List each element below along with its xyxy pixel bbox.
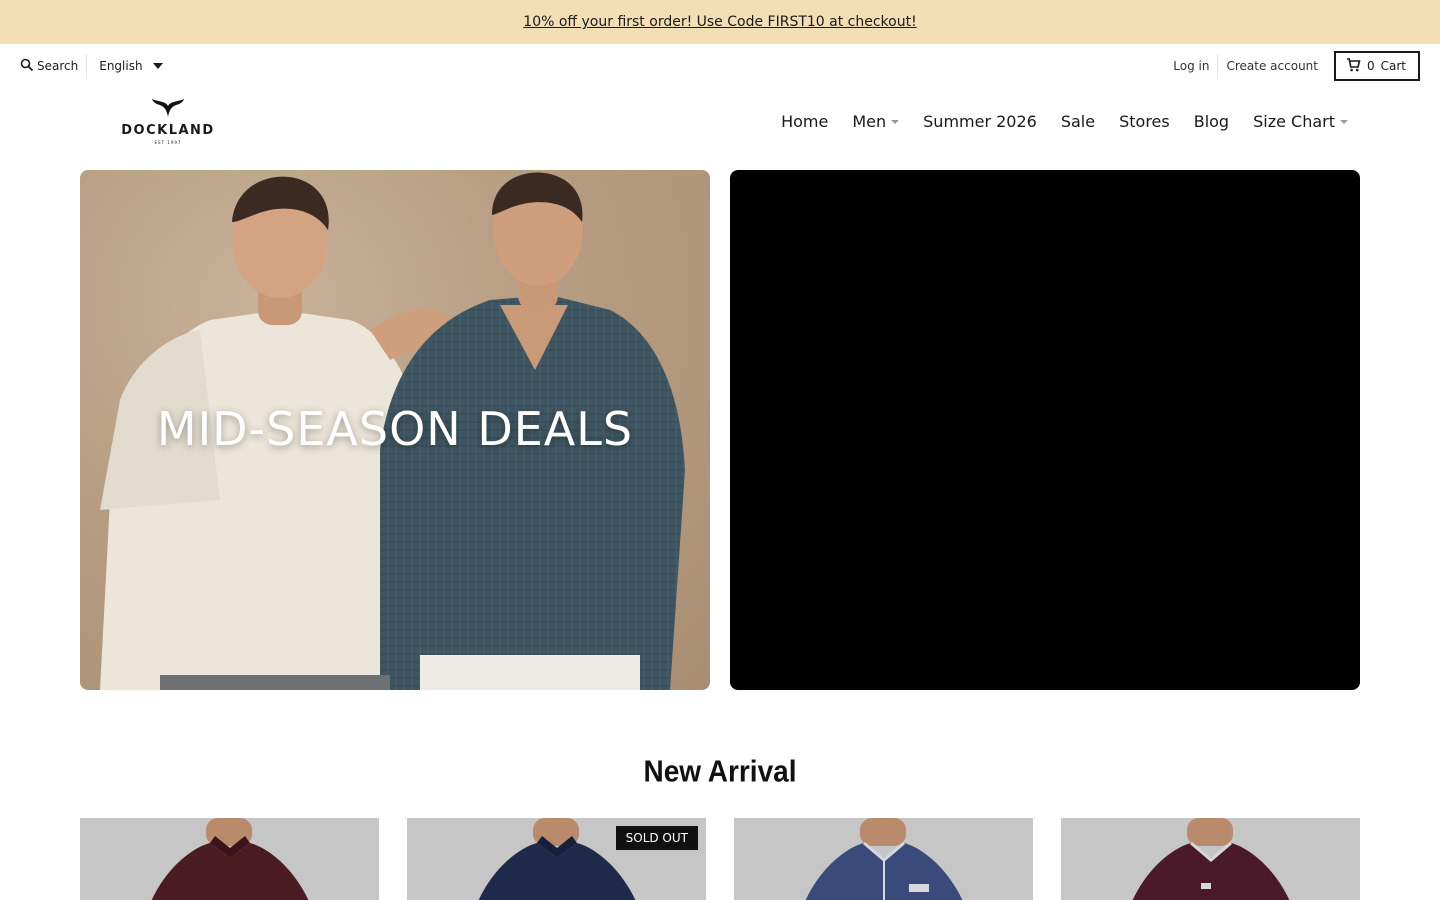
product-card[interactable]	[1061, 818, 1360, 900]
cart-count: 0	[1366, 59, 1375, 73]
announcement-link[interactable]: 10% off your first order! Use Code FIRST…	[523, 14, 916, 30]
hero-title: MID-SEASON DEALS	[156, 402, 634, 456]
logo[interactable]: DOCKLAND EST 1997	[120, 98, 216, 154]
nav-home[interactable]: Home	[769, 112, 840, 131]
utility-bar: Search English Log in Create account 0 C…	[0, 44, 1440, 88]
cart-label: Cart	[1380, 59, 1406, 73]
cart-icon	[1346, 57, 1361, 75]
nav-size-chart[interactable]: Size Chart	[1241, 112, 1360, 131]
logo-text: DOCKLAND	[121, 123, 215, 138]
chevron-down-icon	[1340, 119, 1348, 124]
search-button[interactable]: Search	[20, 54, 88, 78]
cart-button[interactable]: 0 Cart	[1333, 51, 1420, 81]
announcement-bar: 10% off your first order! Use Code FIRST…	[0, 0, 1440, 44]
product-card[interactable]	[80, 818, 379, 900]
create-account-link[interactable]: Create account	[1217, 54, 1326, 78]
chevron-down-icon	[152, 63, 163, 69]
language-selector[interactable]: English	[87, 59, 163, 73]
login-link[interactable]: Log in	[1165, 54, 1217, 78]
nav-men[interactable]: Men	[840, 112, 911, 131]
product-image	[151, 818, 309, 900]
logo-subtext: EST 1997	[154, 140, 182, 145]
product-grid: SOLD OUT	[80, 818, 1360, 900]
site-header: DOCKLAND EST 1997 Home Men Summer 2026 S…	[0, 88, 1440, 170]
product-card[interactable]	[734, 818, 1033, 900]
hero-video[interactable]	[730, 170, 1360, 690]
nav-stores[interactable]: Stores	[1107, 112, 1182, 131]
section-title-new-arrival: New Arrival	[643, 754, 797, 789]
chevron-down-icon	[891, 119, 900, 124]
hero-banner[interactable]: MID-SEASON DEALS	[80, 170, 710, 690]
nav-summer-2026[interactable]: Summer 2026	[911, 112, 1049, 131]
product-image	[805, 818, 963, 900]
nav-blog[interactable]: Blog	[1182, 112, 1241, 131]
product-image	[1132, 818, 1290, 900]
search-icon	[20, 58, 34, 75]
search-label: Search	[37, 59, 79, 73]
main-nav: Home Men Summer 2026 Sale Stores Blog Si…	[769, 112, 1360, 131]
whale-tail-icon	[151, 98, 185, 122]
language-label: English	[99, 59, 143, 73]
sold-out-badge: SOLD OUT	[615, 826, 698, 850]
hero-section: MID-SEASON DEALS	[80, 170, 1360, 690]
nav-sale[interactable]: Sale	[1049, 112, 1107, 131]
product-card[interactable]: SOLD OUT	[407, 818, 706, 900]
